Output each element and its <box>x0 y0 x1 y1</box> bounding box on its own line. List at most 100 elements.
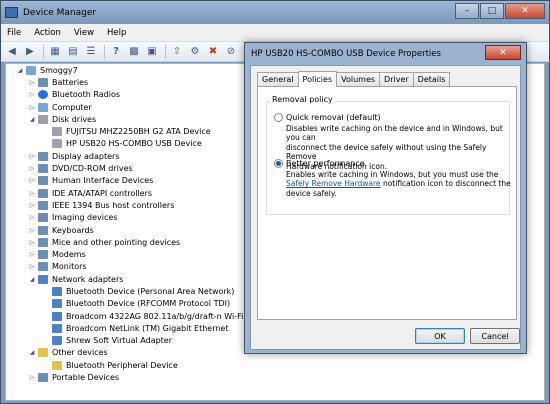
disk-icon <box>38 114 48 124</box>
removal-policy-title: Removal policy <box>270 95 335 104</box>
tree-item[interactable]: Bluetooth Peripheral Device <box>6 359 544 371</box>
tree-item-label: IDE ATA/ATAPI controllers <box>52 188 153 198</box>
help-icon[interactable]: ? <box>109 45 123 59</box>
maximize-button[interactable]: □ <box>480 3 504 19</box>
tree-item-label: Portable Devices <box>52 373 120 383</box>
tab-policies[interactable]: Policies <box>297 71 338 87</box>
disk-icon <box>52 127 62 137</box>
tree-item-label: Computer <box>52 102 92 112</box>
tree-item-label: FUJITSU MHZ2250BH G2 ATA Device <box>66 127 211 137</box>
network-icon <box>38 274 48 284</box>
menu-view[interactable]: View <box>74 28 94 38</box>
better-performance-radio[interactable] <box>274 159 283 168</box>
network-icon <box>52 336 62 346</box>
desc-text: notification icon to disconnect the <box>380 179 511 189</box>
expand-arrow-icon[interactable]: ▷ <box>28 202 36 209</box>
tab-general[interactable]: General <box>257 72 299 86</box>
menu-action[interactable]: Action <box>34 28 61 38</box>
expand-arrow-icon[interactable]: ▷ <box>28 79 36 86</box>
quick-removal-label: Quick removal (default) <box>286 113 381 122</box>
firewire-icon <box>38 200 48 210</box>
quick-removal-option[interactable]: Quick removal (default) <box>274 113 381 122</box>
tree-item-label: Keyboards <box>52 225 94 235</box>
tab-volumes[interactable]: Volumes <box>336 72 381 86</box>
window-title: Device Manager <box>23 7 97 18</box>
expand-arrow-icon[interactable]: ▷ <box>28 374 36 381</box>
tree-item-label: Broadcom 4322AG 802.11a/b/g/draft-n Wi-F… <box>66 311 262 321</box>
dialog-body: General Policies Volumes Driver Details … <box>250 65 521 350</box>
network-icon <box>52 323 62 333</box>
ide-icon <box>38 188 48 198</box>
expand-arrow-icon[interactable]: ▷ <box>28 227 36 234</box>
camera-icon <box>38 213 48 223</box>
collapse-arrow-icon[interactable]: ◢ <box>28 349 36 356</box>
better-performance-label: Better performance <box>286 159 365 168</box>
tab-details[interactable]: Details <box>412 72 451 86</box>
policies-panel: Removal policy Quick removal (default) D… <box>257 86 517 320</box>
monitor-icon <box>38 262 48 272</box>
menu-help[interactable]: Help <box>107 28 126 38</box>
tree-item-label: Display adapters <box>52 151 120 161</box>
computer-icon[interactable]: ▣ <box>145 45 159 59</box>
minimize-button[interactable]: – <box>455 3 479 19</box>
portable-icon <box>38 373 48 383</box>
show-hide-tree-icon[interactable]: ▦ <box>48 45 62 59</box>
cancel-button[interactable]: Cancel <box>470 328 520 344</box>
toolbar-separator <box>165 44 166 59</box>
tree-item-label: Broadcom NetLink (TM) Gigabit Ethernet <box>66 323 229 333</box>
dialog-close-button[interactable]: ✕ <box>485 45 521 60</box>
view-icon[interactable]: ▩ <box>127 45 141 59</box>
keyboard-icon <box>38 225 48 235</box>
expand-arrow-icon[interactable]: ▷ <box>28 153 36 160</box>
back-icon[interactable]: ◀ <box>5 45 19 59</box>
properties-dialog: HP USB20 HS-COMBO USB Device Properties … <box>244 42 527 354</box>
tree-item[interactable]: ▷ Portable Devices <box>6 371 544 383</box>
tree-item-label: Bluetooth Device (Personal Area Network) <box>66 286 235 296</box>
expand-arrow-icon[interactable]: ▷ <box>28 177 36 184</box>
update-driver-icon[interactable]: ⇧ <box>170 45 184 59</box>
better-performance-desc-line: Enables write caching in Windows, but yo… <box>286 170 499 179</box>
network-icon <box>52 299 62 309</box>
expand-arrow-icon[interactable]: ▷ <box>28 104 36 111</box>
quick-removal-desc-line: Disables write caching on the device and… <box>286 124 503 143</box>
expand-arrow-icon[interactable]: ▷ <box>28 165 36 172</box>
collapse-arrow-icon[interactable]: ◢ <box>28 116 36 123</box>
forward-icon[interactable]: ▶ <box>23 45 37 59</box>
mouse-icon <box>38 237 48 247</box>
better-performance-desc-line: Safely Remove Hardware notification icon… <box>286 179 511 188</box>
ok-button[interactable]: OK <box>415 328 465 344</box>
scan-hardware-icon[interactable]: ⚙ <box>188 45 202 59</box>
expand-arrow-icon[interactable]: ▷ <box>28 214 36 221</box>
uninstall-icon[interactable]: ✖ <box>206 45 220 59</box>
network-icon <box>52 286 62 296</box>
bluetooth-icon <box>38 90 48 100</box>
menu-file[interactable]: File <box>7 28 21 38</box>
list-icon[interactable]: ☰ <box>84 45 98 59</box>
expand-arrow-icon[interactable]: ▷ <box>28 190 36 197</box>
collapse-arrow-icon[interactable]: ◢ <box>28 276 36 283</box>
safely-remove-hardware-link[interactable]: Safely Remove Hardware <box>286 179 381 188</box>
expand-arrow-icon[interactable]: ▷ <box>28 263 36 270</box>
collapse-arrow-icon[interactable]: ◢ <box>16 67 24 74</box>
close-button[interactable]: ✕ <box>505 3 545 19</box>
properties-icon[interactable]: ▤ <box>66 45 80 59</box>
tree-item-label: Imaging devices <box>52 213 118 223</box>
warning-icon <box>52 360 62 370</box>
disable-icon[interactable]: ⊘ <box>224 45 238 59</box>
warning-icon <box>38 348 48 358</box>
expand-arrow-icon[interactable]: ▷ <box>28 251 36 258</box>
tree-item-label: DVD/CD-ROM drives <box>52 164 133 174</box>
expand-arrow-icon[interactable]: ▷ <box>28 239 36 246</box>
expand-arrow-icon[interactable]: ▷ <box>28 91 36 98</box>
dialog-title: HP USB20 HS-COMBO USB Device Properties <box>251 48 441 59</box>
tab-driver[interactable]: Driver <box>379 72 414 86</box>
caption-buttons: – □ ✕ <box>454 3 545 19</box>
quick-removal-radio[interactable] <box>274 113 283 122</box>
tree-item-label: HP USB20 HS-COMBO USB Device <box>66 139 202 149</box>
display-icon <box>38 151 48 161</box>
network-icon <box>52 311 62 321</box>
device-manager-icon <box>5 7 18 18</box>
tree-item-label: Bluetooth Peripheral Device <box>66 360 178 370</box>
modem-icon <box>38 250 48 260</box>
better-performance-option[interactable]: Better performance <box>274 159 365 168</box>
